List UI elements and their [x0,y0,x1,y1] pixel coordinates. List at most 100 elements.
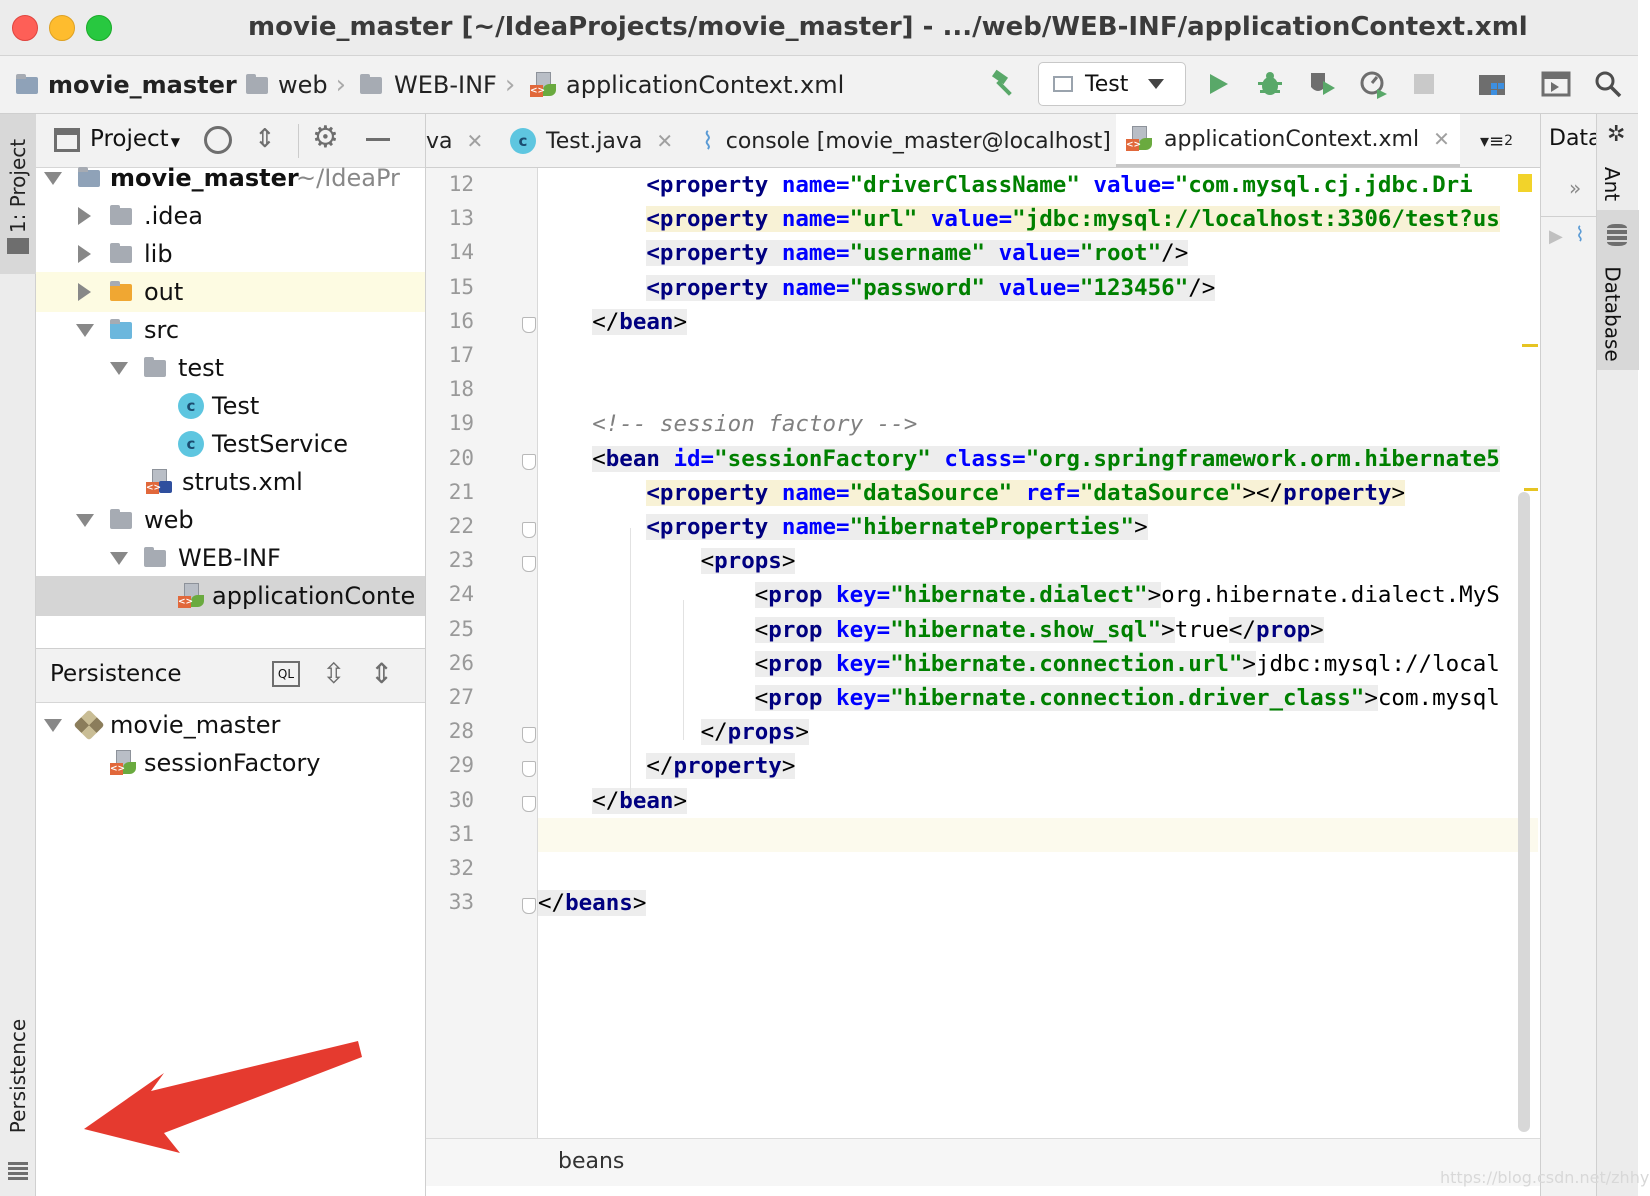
project-view-selector[interactable]: Project ▼ [90,126,180,152]
expand-panel-icon[interactable]: » [1569,176,1581,200]
editor-tab-truncated[interactable]: va ✕ [426,114,484,167]
tree-item-test-class[interactable]: c Test [36,386,425,426]
close-window-button[interactable] [12,15,38,41]
database-tool-tab[interactable]: Database [1597,210,1639,370]
tree-item-idea[interactable]: .idea [36,196,425,236]
fold-marker-icon[interactable] [522,522,536,538]
fold-marker-icon[interactable] [522,316,536,333]
profile-icon[interactable] [1356,66,1392,102]
tab-overflow-button[interactable]: ▾≡ 2 [1480,114,1513,167]
persistence-unit-movie-master[interactable]: movie_master [36,705,426,745]
database-tool-tab-label: Database [1600,266,1625,362]
tree-item-src[interactable]: src [36,310,425,350]
breadcrumb-file[interactable]: <> applicationContext.xml [530,68,844,102]
code-line: <property name="dataSource" ref="dataSou… [646,479,1405,506]
editor-scrollbar[interactable] [1518,492,1530,1132]
line-number: 20 [448,445,474,470]
chevron-right-icon [78,207,91,225]
editor-tab-bar: va ✕ c Test.java ✕ ⌇ console [movie_master… [426,114,1540,168]
persistence-panel-title: Persistence [50,661,182,687]
tree-item-web[interactable]: web [36,500,425,540]
chevron-right-icon: › [504,70,516,100]
tree-item-movie-master[interactable]: movie_master ~/IdeaPr [36,158,425,198]
collapse-all-icon[interactable]: ⇕ [370,657,393,690]
project-tool-tab-label: 1: Project [6,138,30,234]
tree-item-test[interactable]: test [36,348,425,388]
breadcrumb-web[interactable]: web › [246,68,346,102]
database-tool-window: Data » ▶ ⌇ [1540,114,1602,1196]
line-number: 30 [448,787,474,812]
close-icon[interactable]: ✕ [467,129,484,153]
close-icon[interactable]: ✕ [656,129,673,153]
gear-icon[interactable]: ⚙ [312,120,339,155]
breadcrumb-project[interactable]: movie_master › [16,68,255,102]
run-icon[interactable] [1200,66,1236,102]
fold-marker-icon[interactable] [522,556,536,573]
navigation-bar: movie_master › web › WEB-INF › <> applic… [0,56,1638,114]
folder-icon [110,243,132,263]
project-tool-window: Project ▼ ⇕ ⚙ movie_master ~/IdeaPr .idea… [36,114,426,648]
tab-label: va [426,128,453,154]
ql-console-icon[interactable]: QL [272,661,300,687]
tree-item-label: applicationConte [212,582,416,610]
project-tool-tab[interactable]: 1: Project [0,114,36,274]
build-hammer-icon[interactable] [986,66,1022,102]
tree-item-applicationcontext[interactable]: <> applicationConte [36,576,425,616]
line-number: 31 [448,821,474,846]
run-icon[interactable]: ▶ [1549,226,1563,247]
search-icon[interactable] [1590,66,1626,102]
line-number: 16 [448,308,474,333]
tree-item-lib[interactable]: lib [36,234,425,274]
expand-all-icon[interactable]: ⇳ [322,657,345,690]
hide-panel-icon[interactable] [366,138,390,141]
project-structure-icon[interactable] [1474,66,1510,102]
debug-icon[interactable] [1252,66,1288,102]
locate-target-icon[interactable] [204,126,232,154]
divider [1541,216,1597,217]
fold-marker-icon[interactable] [522,898,536,915]
fold-marker-icon[interactable] [522,453,536,470]
editor-tab-test-java[interactable]: c Test.java ✕ [510,114,673,167]
watermark: https://blog.csdn.net/zhhy [1440,1168,1650,1187]
fold-marker-icon[interactable] [522,727,536,744]
ant-tool-tab-label: Ant [1600,166,1625,202]
editor-gutter: 12 13 14 15 16 17 18 19 20 21 22 23 24 25 26 27 28 29 30 31… [426,168,538,1138]
persistence-item-sessionfactory[interactable]: <> sessionFactory [36,743,426,783]
fold-marker-icon[interactable] [522,795,536,812]
chevron-down-icon [110,362,128,375]
chevron-down-icon: ▼ [170,135,180,149]
web-folder-icon [110,509,132,529]
tree-item-label: TestService [212,430,348,458]
breadcrumb-web-label: web [278,71,328,99]
database-console-icon[interactable]: ⌇ [1575,222,1585,246]
editor-tab-applicationcontext[interactable]: <> applicationContext.xml ✕ [1116,114,1460,167]
tree-item-struts-xml[interactable]: <> struts.xml [36,462,425,502]
code-editor[interactable]: <property name="driverClassName" value="… [538,168,1538,1138]
xml-breadcrumb-beans[interactable]: beans [558,1149,624,1174]
package-icon [144,357,166,377]
presentation-icon[interactable] [1538,66,1574,102]
close-icon[interactable]: ✕ [1433,127,1450,151]
minimize-window-button[interactable] [49,15,75,41]
excluded-folder-icon [110,281,132,301]
maximize-window-button[interactable] [86,15,112,41]
breadcrumb-web-inf[interactable]: WEB-INF › [360,68,515,102]
run-configuration-select[interactable]: Test [1038,62,1186,106]
code-line: </beans> [538,890,647,917]
persistence-tool-tab[interactable]: Persistence [0,994,36,1194]
class-icon: c [510,128,536,154]
tree-item-web-inf[interactable]: WEB-INF [36,538,425,578]
coverage-icon[interactable] [1304,66,1340,102]
folder-icon [360,73,382,94]
ant-tool-tab[interactable]: ✲ Ant [1597,114,1639,210]
tree-item-out[interactable]: out [36,272,425,312]
stop-icon[interactable] [1406,66,1442,102]
fold-marker-icon[interactable] [522,761,536,778]
tree-item-testservice[interactable]: c TestService [36,424,425,464]
left-tool-stripe: 1: Project Persistence [0,114,36,1196]
editor-tab-console[interactable]: ⌇ console [movie_master@localhost]✕ [702,114,1142,167]
collapse-all-icon[interactable]: ⇕ [254,124,276,154]
divider [298,124,299,158]
chevron-down-icon [76,514,94,527]
